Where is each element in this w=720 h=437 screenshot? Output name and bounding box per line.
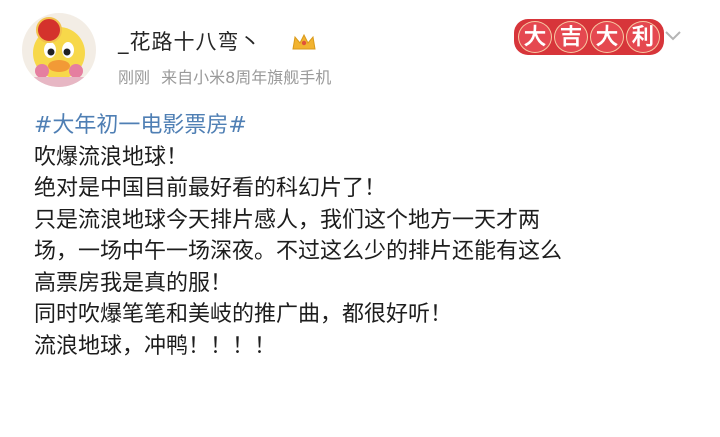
badge-char: 吉 <box>554 21 588 53</box>
post-line: 同时吹爆笔笔和美岐的推广曲，都很好听！ <box>34 302 453 327</box>
chevron-down-icon[interactable] <box>664 30 682 42</box>
avatar[interactable] <box>22 13 96 87</box>
badge-char: 大 <box>518 21 552 53</box>
post-line: 流浪地球，冲鸭！！！！ <box>34 333 277 359</box>
post-line: 绝对是中国目前最好看的科幻片了！ <box>34 176 387 201</box>
post-time: 刚刚 <box>118 68 151 87</box>
post-line: 高票房我是真的服！ <box>34 270 233 296</box>
crown-icon <box>292 33 316 50</box>
badge-char: 大 <box>590 21 624 53</box>
post-line: 场，一场中午一场深夜。不过这么少的排片还能有这么 <box>34 239 563 264</box>
lantern-icon <box>36 17 62 43</box>
festival-badge: 大 吉 大 利 <box>514 19 664 55</box>
post-meta: 刚刚 来自小米8周年旗舰手机 <box>118 64 331 88</box>
post-source: 来自小米8周年旗舰手机 <box>161 68 332 87</box>
badge-char: 利 <box>626 21 660 53</box>
username[interactable]: _花路十八弯丶 <box>118 26 262 56</box>
topic-link[interactable]: #大年初一电影票房# <box>34 110 694 142</box>
post-content: #大年初一电影票房# 吹爆流浪地球！ 绝对是中国目前最好看的科幻片了！ 只是流浪… <box>34 110 694 362</box>
post-line: 只是流浪地球今天排片感人，我们这个地方一天才两 <box>34 207 541 233</box>
post-line: 吹爆流浪地球！ <box>34 144 189 170</box>
